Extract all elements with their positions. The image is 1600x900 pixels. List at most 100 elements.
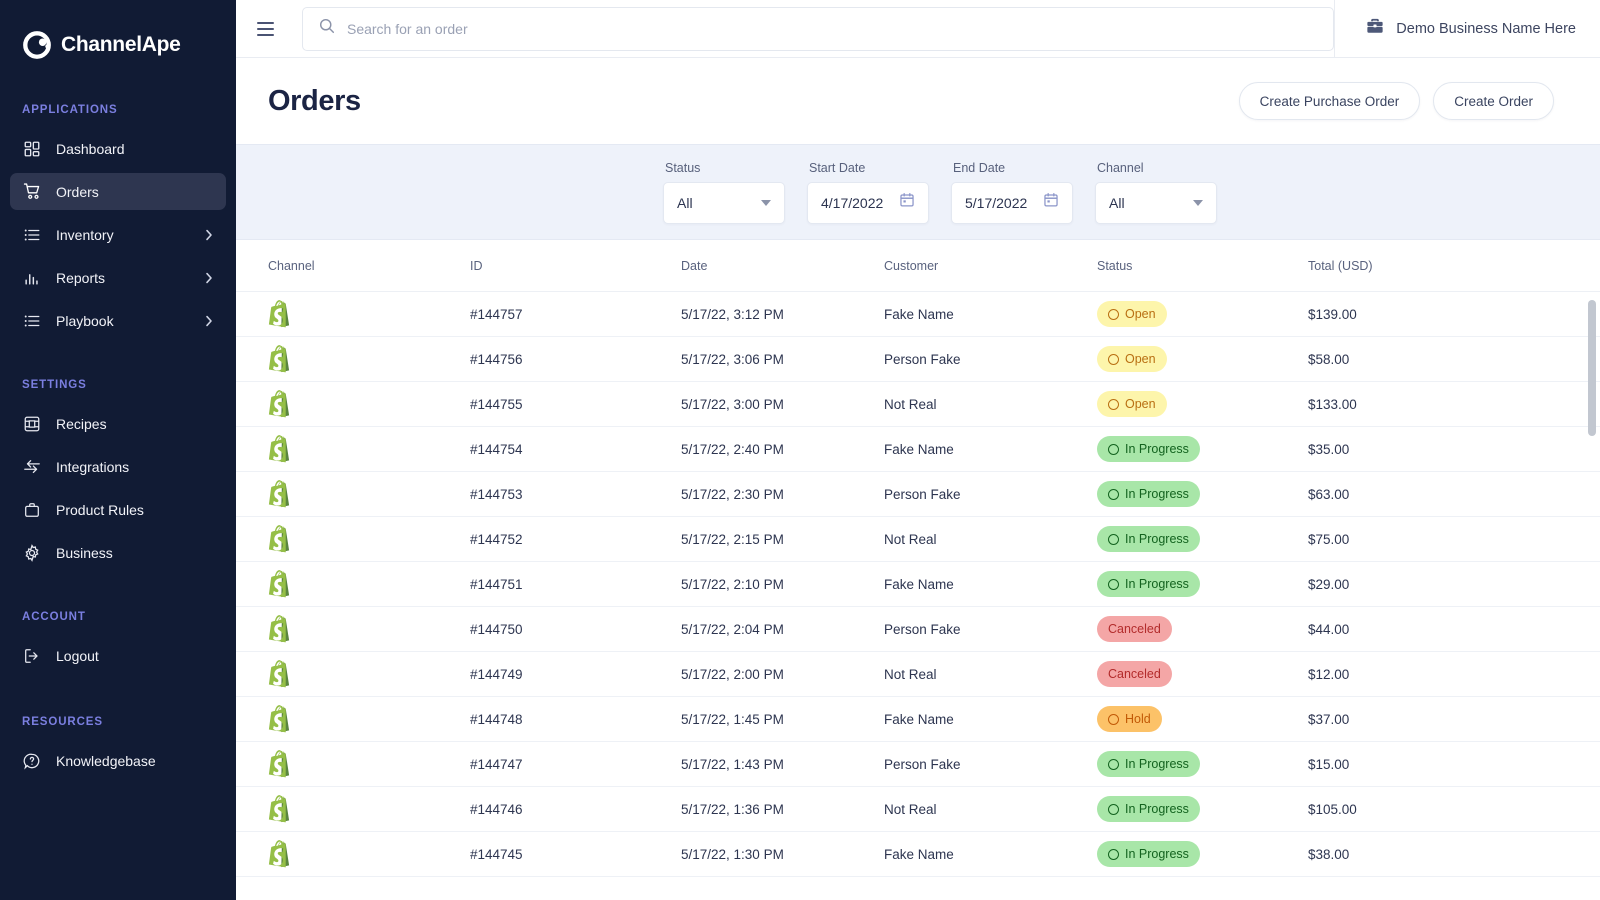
cell-order-id[interactable]: #144752: [470, 532, 681, 547]
table-row[interactable]: #1447505/17/22, 2:04 PMPerson FakeCancel…: [236, 607, 1600, 652]
cell-order-id[interactable]: #144756: [470, 352, 681, 367]
table-row[interactable]: #1447475/17/22, 1:43 PMPerson FakeIn Pro…: [236, 742, 1600, 787]
bar-chart-icon: [22, 268, 42, 288]
status-ring-icon: [1108, 309, 1119, 320]
shopify-icon: [268, 705, 292, 733]
list-icon: [22, 311, 42, 331]
sidebar-item-inventory[interactable]: Inventory: [10, 216, 226, 253]
status-badge: In Progress: [1097, 841, 1200, 867]
scrollbar-thumb[interactable]: [1588, 300, 1596, 436]
sidebar-item-reports[interactable]: Reports: [10, 259, 226, 296]
sidebar-item-business[interactable]: Business: [10, 534, 226, 571]
cell-order-id[interactable]: #144751: [470, 577, 681, 592]
column-header-status[interactable]: Status: [1097, 259, 1308, 273]
calendar-icon[interactable]: [899, 192, 915, 213]
status-select[interactable]: All: [663, 182, 785, 224]
cell-order-id[interactable]: #144754: [470, 442, 681, 457]
cell-customer: Person Fake: [884, 622, 1097, 637]
cell-customer: Not Real: [884, 667, 1097, 682]
cell-customer: Not Real: [884, 802, 1097, 817]
search-bar[interactable]: [302, 7, 1334, 51]
shopify-icon: [268, 390, 292, 418]
search-input[interactable]: [347, 21, 1318, 37]
create-order-button[interactable]: Create Order: [1433, 82, 1554, 120]
cell-date: 5/17/22, 2:10 PM: [681, 577, 884, 592]
cell-order-id[interactable]: #144746: [470, 802, 681, 817]
table-row[interactable]: #1447555/17/22, 3:00 PMNot RealOpen$133.…: [236, 382, 1600, 427]
shopify-icon: [268, 840, 292, 868]
brand[interactable]: ChannelApe: [0, 22, 236, 60]
create-purchase-order-button[interactable]: Create Purchase Order: [1239, 82, 1421, 120]
hamburger-menu-icon[interactable]: [254, 16, 280, 42]
status-badge-label: Hold: [1125, 712, 1151, 726]
table-row[interactable]: #1447455/17/22, 1:30 PMFake NameIn Progr…: [236, 832, 1600, 877]
calendar-icon[interactable]: [1043, 192, 1059, 213]
column-header-customer[interactable]: Customer: [884, 259, 1097, 273]
cell-total: $75.00: [1308, 532, 1554, 547]
search-icon: [318, 17, 336, 40]
table-row[interactable]: #1447575/17/22, 3:12 PMFake NameOpen$139…: [236, 292, 1600, 337]
column-header-channel[interactable]: Channel: [268, 259, 470, 273]
sidebar-item-product-rules[interactable]: Product Rules: [10, 491, 226, 528]
cell-status: Canceled: [1097, 616, 1308, 642]
vertical-scrollbar[interactable]: [1588, 300, 1596, 900]
cell-order-id[interactable]: #144749: [470, 667, 681, 682]
shopify-icon: [268, 480, 292, 508]
status-ring-icon: [1108, 534, 1119, 545]
cell-order-id[interactable]: #144747: [470, 757, 681, 772]
table-row[interactable]: #1447545/17/22, 2:40 PMFake NameIn Progr…: [236, 427, 1600, 472]
briefcase-icon: [1365, 16, 1385, 41]
sidebar-section-resources: RESOURCES: [0, 716, 236, 728]
table-row[interactable]: #1447465/17/22, 1:36 PMNot RealIn Progre…: [236, 787, 1600, 832]
channel-select[interactable]: All: [1095, 182, 1217, 224]
start-date-input[interactable]: 4/17/2022: [807, 182, 929, 224]
table-row[interactable]: #1447535/17/22, 2:30 PMPerson FakeIn Pro…: [236, 472, 1600, 517]
sidebar-item-label: Inventory: [56, 227, 114, 243]
cell-order-id[interactable]: #144755: [470, 397, 681, 412]
table-body: #1447575/17/22, 3:12 PMFake NameOpen$139…: [236, 292, 1600, 877]
cell-order-id[interactable]: #144745: [470, 847, 681, 862]
status-badge: In Progress: [1097, 571, 1200, 597]
cell-order-id[interactable]: #144748: [470, 712, 681, 727]
table-row[interactable]: #1447485/17/22, 1:45 PMFake NameHold$37.…: [236, 697, 1600, 742]
column-header-total[interactable]: Total (USD): [1308, 259, 1554, 273]
cell-order-id[interactable]: #144757: [470, 307, 681, 322]
status-ring-icon: [1108, 399, 1119, 410]
table-row[interactable]: #1447525/17/22, 2:15 PMNot RealIn Progre…: [236, 517, 1600, 562]
sidebar-nav-applications: Dashboard Orders: [0, 130, 236, 339]
status-ring-icon: [1108, 354, 1119, 365]
cell-date: 5/17/22, 1:45 PM: [681, 712, 884, 727]
table-row[interactable]: #1447515/17/22, 2:10 PMFake NameIn Progr…: [236, 562, 1600, 607]
sidebar-item-recipes[interactable]: Recipes: [10, 405, 226, 442]
table-row[interactable]: #1447565/17/22, 3:06 PMPerson FakeOpen$5…: [236, 337, 1600, 382]
sidebar-item-orders[interactable]: Orders: [10, 173, 226, 210]
cell-date: 5/17/22, 1:43 PM: [681, 757, 884, 772]
status-badge: In Progress: [1097, 526, 1200, 552]
sidebar-item-logout[interactable]: Logout: [10, 637, 226, 674]
sidebar-item-dashboard[interactable]: Dashboard: [10, 130, 226, 167]
cell-date: 5/17/22, 1:30 PM: [681, 847, 884, 862]
sidebar-item-knowledgebase[interactable]: Knowledgebase: [10, 742, 226, 779]
sidebar-item-label: Integrations: [56, 459, 129, 475]
status-badge: In Progress: [1097, 481, 1200, 507]
filter-end-date: End Date 5/17/2022: [951, 161, 1073, 224]
sidebar-item-playbook[interactable]: Playbook: [10, 302, 226, 339]
cell-total: $133.00: [1308, 397, 1554, 412]
cell-order-id[interactable]: #144750: [470, 622, 681, 637]
business-selector[interactable]: Demo Business Name Here: [1334, 0, 1600, 58]
briefcase-icon: [22, 500, 42, 520]
cell-date: 5/17/22, 2:30 PM: [681, 487, 884, 502]
cell-order-id[interactable]: #144753: [470, 487, 681, 502]
column-header-date[interactable]: Date: [681, 259, 884, 273]
status-ring-icon: [1108, 759, 1119, 770]
shopify-icon: [268, 300, 292, 328]
column-header-id[interactable]: ID: [470, 259, 681, 273]
end-date-input[interactable]: 5/17/2022: [951, 182, 1073, 224]
cell-total: $44.00: [1308, 622, 1554, 637]
status-select-value: All: [677, 195, 693, 211]
table-row[interactable]: #1447495/17/22, 2:00 PMNot RealCanceled$…: [236, 652, 1600, 697]
sidebar-item-integrations[interactable]: Integrations: [10, 448, 226, 485]
status-badge-label: In Progress: [1125, 577, 1189, 591]
shopify-icon: [268, 660, 292, 688]
shopify-icon: [268, 750, 292, 778]
